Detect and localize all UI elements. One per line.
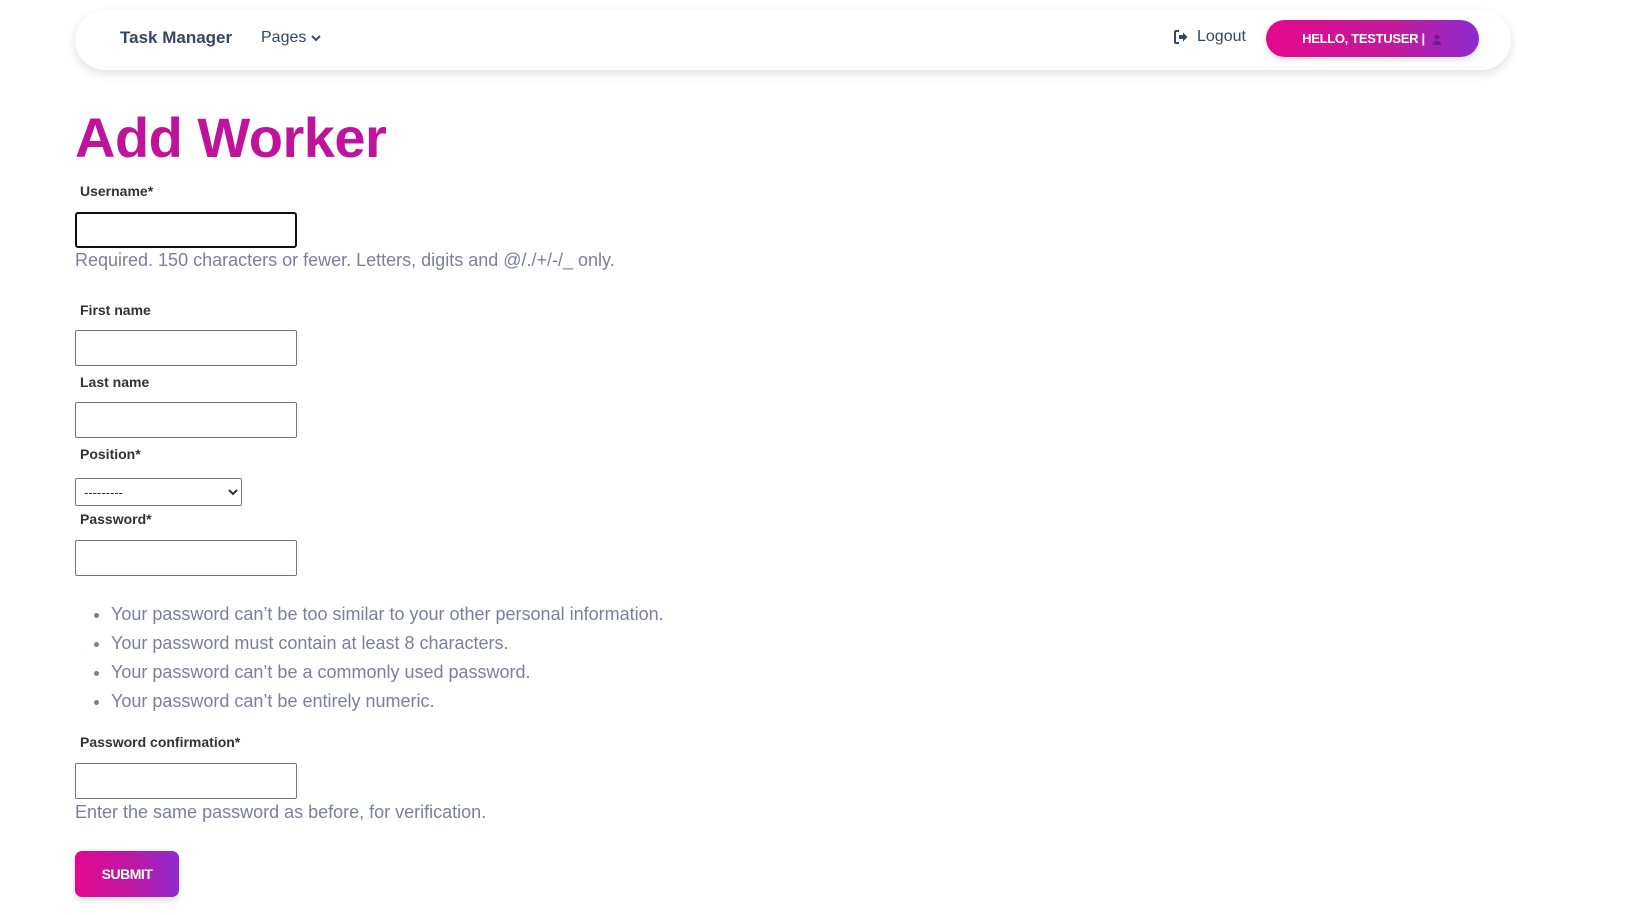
username-help-text: Required. 150 characters or fewer. Lette… [75, 250, 615, 270]
password-confirmation-input[interactable] [75, 763, 297, 799]
user-icon [1432, 34, 1442, 45]
logout-label: Logout [1197, 28, 1246, 45]
submit-button[interactable]: SUBMIT [75, 851, 179, 897]
first-name-input[interactable] [75, 330, 297, 366]
pages-dropdown-label: Pages [261, 29, 307, 46]
username-input[interactable] [75, 212, 297, 248]
position-select[interactable]: --------- [75, 478, 242, 506]
page-title: Add Worker [75, 106, 387, 169]
password-confirmation-label: Password confirmation* [80, 734, 241, 750]
username-label: Username* [80, 183, 154, 199]
brand-link[interactable]: Task Manager [120, 28, 232, 48]
password-rule-item: Your password can’t be entirely numeric. [111, 687, 664, 716]
password-label: Password* [80, 511, 152, 527]
password-confirmation-help-text: Enter the same password as before, for v… [75, 802, 487, 822]
user-greeting-button[interactable]: HELLO, TESTUSER | [1266, 20, 1479, 57]
user-greeting-label: HELLO, TESTUSER | [1302, 31, 1425, 46]
password-rule-item: Your password can’t be too similar to yo… [111, 600, 664, 629]
password-input[interactable] [75, 540, 297, 576]
last-name-input[interactable] [75, 402, 297, 438]
chevron-down-icon [311, 35, 322, 42]
top-navbar: Task Manager Pages Logout HELLO, TESTUSE… [75, 10, 1511, 70]
logout-link[interactable]: Logout [1173, 28, 1246, 46]
password-rule-item: Your password can’t be a commonly used p… [111, 658, 664, 687]
password-rules-list: Your password can’t be too similar to yo… [111, 600, 664, 716]
first-name-label: First name [80, 302, 151, 318]
position-label: Position* [80, 446, 141, 462]
pages-dropdown[interactable]: Pages [261, 29, 322, 47]
sign-out-icon [1174, 30, 1188, 44]
password-rule-item: Your password must contain at least 8 ch… [111, 629, 664, 658]
last-name-label: Last name [80, 374, 150, 390]
